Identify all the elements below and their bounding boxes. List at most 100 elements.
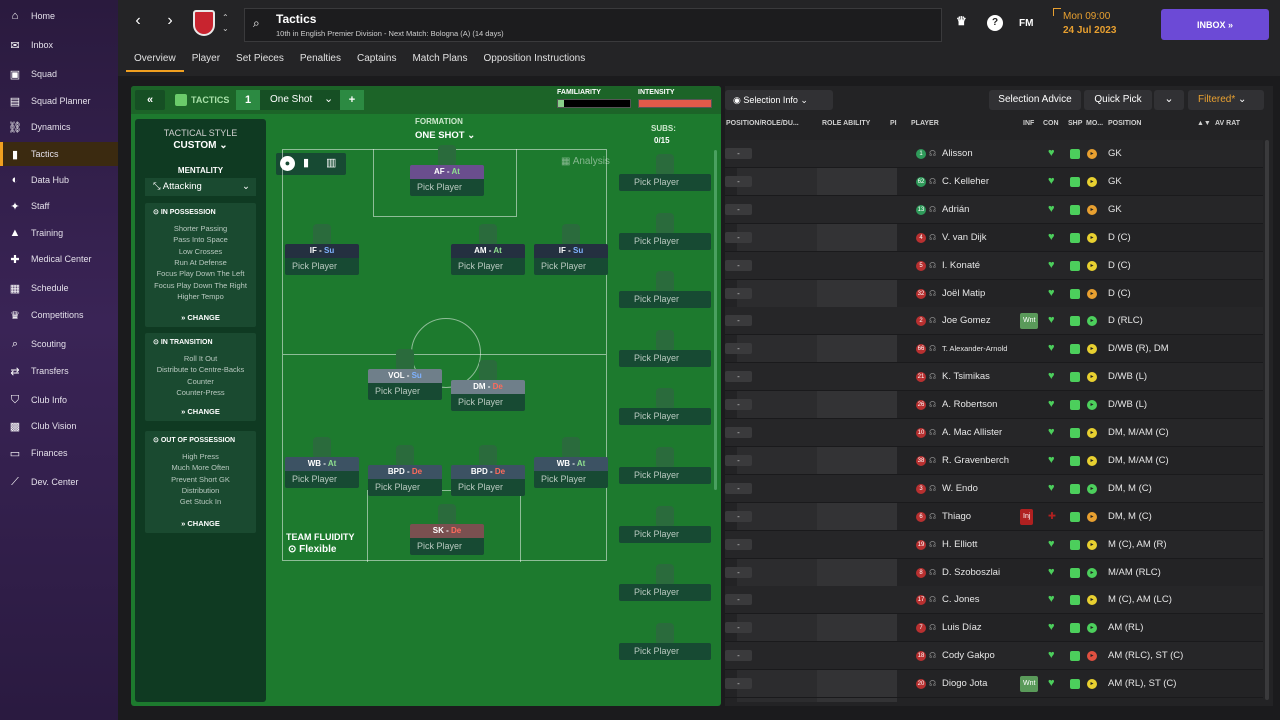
player-name[interactable]: V. van Dijk: [942, 224, 987, 252]
pick-player-dropdown[interactable]: Pick Player: [451, 394, 525, 411]
pick-player-dropdown[interactable]: Pick Player: [368, 479, 442, 496]
role-label[interactable]: VOL - Su: [368, 369, 442, 383]
pick-player-dropdown[interactable]: Pick Player: [451, 258, 525, 275]
pick-player-dropdown[interactable]: Pick Player: [451, 479, 525, 496]
table-row[interactable]: -17☊C. Jones♥▸M (C), AM (LC)-: [725, 586, 1263, 615]
player-name[interactable]: A. Robertson: [942, 391, 997, 419]
quick-pick-button[interactable]: Quick Pick: [1084, 90, 1152, 110]
sub-pick-player-dropdown[interactable]: Pick Player: [619, 467, 711, 484]
sub-pick-player-dropdown[interactable]: Pick Player: [619, 174, 711, 191]
table-row[interactable]: -32☊Joël Matip♥▸D (C)-: [725, 280, 1263, 308]
position-slot[interactable]: VOL - Su Pick Player: [368, 369, 442, 403]
player-name[interactable]: Cody Gakpo: [942, 642, 995, 670]
table-row[interactable]: -38☊R. Gravenberch♥▸DM, M/AM (C)-: [725, 447, 1263, 475]
quick-pick-chevron-icon[interactable]: ⌄: [1154, 90, 1184, 110]
subs-scrollbar[interactable]: [714, 150, 717, 490]
fm-icon[interactable]: FM: [1019, 18, 1033, 29]
sidebar-item-club-vision[interactable]: ▩ Club Vision: [0, 414, 118, 438]
table-row[interactable]: -5☊I. Konaté♥▸D (C)-: [725, 251, 1263, 280]
column-header[interactable]: INF: [1023, 120, 1034, 127]
sort-icon[interactable]: ▲▼: [1197, 120, 1211, 127]
sidebar-item-training[interactable]: ▲ Training: [0, 221, 118, 245]
table-row[interactable]: -2☊Joe GomezWnt♥▸D (RLC)-: [725, 307, 1263, 336]
player-name[interactable]: Thiago: [942, 503, 971, 531]
sidebar-item-squad-planner[interactable]: ▤ Squad Planner: [0, 89, 118, 113]
table-row[interactable]: -18☊Cody Gakpo♥▸AM (RLC), ST (C)-: [725, 642, 1263, 671]
role-label[interactable]: IF - Su: [534, 244, 608, 258]
sub-pick-player-dropdown[interactable]: Pick Player: [619, 584, 711, 602]
sidebar-item-tactics[interactable]: ▮ Tactics: [0, 142, 118, 166]
sidebar-item-schedule[interactable]: ▦ Schedule: [0, 276, 118, 300]
table-row[interactable]: -4☊V. van Dijk♥▸D (C)-: [725, 224, 1263, 252]
table-row[interactable]: -21☊K. Tsimikas♥▸D/WB (L)-: [725, 363, 1263, 392]
help-icon[interactable]: ?: [987, 15, 1003, 31]
table-row[interactable]: -6☊ThiagoInj✚▸DM, M (C)-: [725, 503, 1263, 531]
list-scrollbar[interactable]: [1265, 140, 1269, 700]
position-slot[interactable]: BPD - De Pick Player: [368, 465, 442, 499]
table-row[interactable]: -1☊Alisson♥▸GK-: [725, 140, 1263, 168]
player-name[interactable]: W. Endo: [942, 475, 978, 503]
role-label[interactable]: BPD - De: [451, 465, 525, 479]
player-name[interactable]: C. Jones: [942, 586, 980, 614]
role-label[interactable]: WB - At: [534, 457, 608, 471]
column-header[interactable]: SHP: [1068, 120, 1082, 127]
mentality-dropdown[interactable]: ⤡ Attacking ⌄: [145, 178, 256, 196]
selection-info-dropdown[interactable]: ◉ Selection Info ⌄: [725, 90, 833, 110]
club-crest-icon[interactable]: [193, 10, 215, 36]
role-label[interactable]: AM - At: [451, 244, 525, 258]
tab-player[interactable]: Player: [184, 50, 228, 72]
column-header[interactable]: AV RAT: [1215, 120, 1240, 127]
player-name[interactable]: A. Mac Allister: [942, 419, 1002, 447]
sub-pick-player-dropdown[interactable]: Pick Player: [619, 291, 711, 309]
player-name[interactable]: Joël Matip: [942, 280, 985, 308]
sidebar-item-finances[interactable]: ▭ Finances: [0, 441, 118, 465]
table-row[interactable]: -20☊Diogo JotaWnt♥▸AM (RL), ST (C)-: [725, 670, 1263, 699]
forward-arrow-icon[interactable]: ›: [160, 12, 180, 34]
player-name[interactable]: Luis Díaz: [942, 614, 982, 642]
table-row[interactable]: -10☊A. Mac Allister♥▸DM, M/AM (C)-: [725, 419, 1263, 447]
sub-pick-player-dropdown[interactable]: Pick Player: [619, 525, 711, 543]
tab-opposition-instructions[interactable]: Opposition Instructions: [476, 50, 594, 72]
game-date[interactable]: Mon 09:00 24 Jul 2023: [1063, 11, 1116, 36]
player-name[interactable]: D. Szoboszlai: [942, 559, 1000, 587]
tab-set-pieces[interactable]: Set Pieces: [228, 50, 292, 72]
role-label[interactable]: DM - De: [451, 380, 525, 394]
player-name[interactable]: Joe Gomez: [942, 307, 991, 335]
sidebar-item-club-info[interactable]: ⛉ Club Info: [0, 388, 118, 412]
player-name[interactable]: K. Tsimikas: [942, 363, 990, 391]
position-slot[interactable]: DM - De Pick Player: [451, 380, 525, 414]
position-slot[interactable]: BPD - De Pick Player: [451, 465, 525, 499]
column-header[interactable]: CON: [1043, 120, 1059, 127]
sub-pick-player-dropdown[interactable]: Pick Player: [619, 232, 711, 250]
pick-player-dropdown[interactable]: Pick Player: [410, 538, 484, 555]
column-header[interactable]: POSITION: [1108, 120, 1141, 127]
position-slot[interactable]: IF - Su Pick Player: [285, 244, 359, 278]
tab-match-plans[interactable]: Match Plans: [404, 50, 475, 72]
tactical-style-value[interactable]: CUSTOM ⌄: [135, 140, 266, 151]
table-row[interactable]: -19☊H. Elliott♥▸M (C), AM (R)-: [725, 530, 1263, 559]
tab-overview[interactable]: Overview: [126, 50, 184, 72]
table-row[interactable]: -13☊Adrián♥▸GK-: [725, 195, 1263, 224]
club-switch-chevrons-icon[interactable]: ⌃ ⌄: [222, 12, 229, 34]
column-header[interactable]: ROLE ABILITY: [822, 120, 870, 127]
selection-advice-button[interactable]: Selection Advice: [989, 90, 1081, 110]
sub-pick-player-dropdown[interactable]: Pick Player: [619, 349, 711, 367]
position-slot[interactable]: AF - At Pick Player: [410, 165, 484, 199]
tactic-selector[interactable]: 1 One Shot ⌄ +: [236, 90, 364, 110]
trophy-icon[interactable]: ♛: [956, 14, 967, 28]
role-label[interactable]: WB - At: [285, 457, 359, 471]
table-row[interactable]: -26☊A. Robertson♥▸D/WB (L)-: [725, 391, 1263, 420]
pick-player-dropdown[interactable]: Pick Player: [285, 258, 359, 275]
change-button[interactable]: » CHANGE: [145, 519, 256, 528]
player-name[interactable]: Adrián: [942, 196, 969, 224]
pick-player-dropdown[interactable]: Pick Player: [534, 471, 608, 488]
table-row[interactable]: -62☊C. Kelleher♥▸GK-: [725, 168, 1263, 196]
table-row[interactable]: -66☊T. Alexander-Arnold♥▸D/WB (R), DM-: [725, 335, 1263, 364]
pick-player-dropdown[interactable]: Pick Player: [368, 383, 442, 400]
sidebar-item-data-hub[interactable]: ◐ Data Hub: [0, 168, 118, 192]
pick-player-dropdown[interactable]: Pick Player: [285, 471, 359, 488]
sidebar-item-dev-center[interactable]: ⟋ Dev. Center: [0, 470, 118, 494]
sidebar-item-dynamics[interactable]: ⛓ Dynamics: [0, 115, 118, 139]
sidebar-item-home[interactable]: ⌂ Home: [0, 4, 118, 28]
position-slot[interactable]: IF - Su Pick Player: [534, 244, 608, 278]
